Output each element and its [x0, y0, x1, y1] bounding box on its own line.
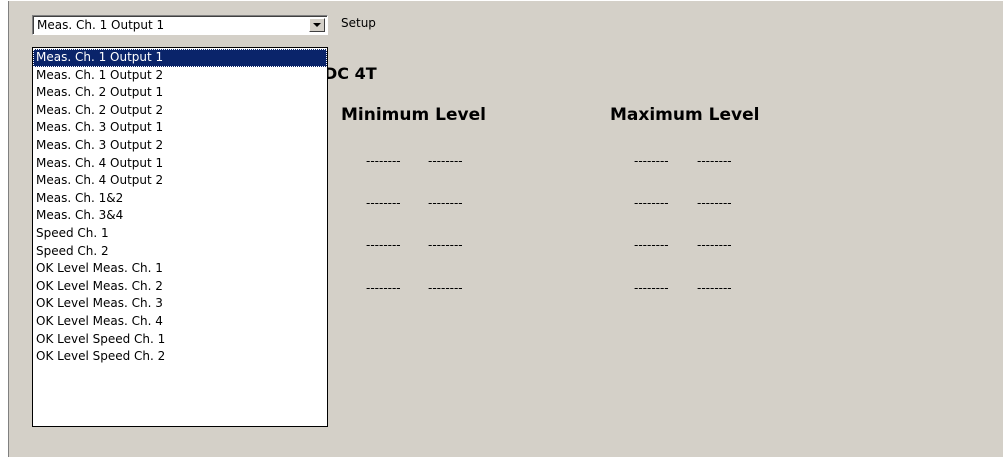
- dropdown-option[interactable]: OK Level Meas. Ch. 2: [33, 278, 327, 296]
- maximum-level-heading: Maximum Level: [610, 105, 760, 125]
- level-value: --------: [634, 196, 669, 210]
- minimum-level-heading: Minimum Level: [341, 105, 486, 125]
- level-value: --------: [428, 281, 463, 295]
- dropdown-option[interactable]: OK Level Meas. Ch. 1: [33, 260, 327, 278]
- level-value: --------: [428, 154, 463, 168]
- output-dropdown-list[interactable]: Meas. Ch. 1 Output 1 Meas. Ch. 1 Output 2…: [32, 47, 328, 427]
- dropdown-option[interactable]: Meas. Ch. 4 Output 1: [33, 155, 327, 173]
- level-value: --------: [366, 196, 401, 210]
- dropdown-option[interactable]: Meas. Ch. 3 Output 1: [33, 119, 327, 137]
- level-value: --------: [697, 281, 732, 295]
- level-value: --------: [428, 196, 463, 210]
- level-value: --------: [428, 238, 463, 252]
- output-select-value: Meas. Ch. 1 Output 1: [37, 18, 165, 32]
- level-value: --------: [697, 238, 732, 252]
- dropdown-option[interactable]: Meas. Ch. 1 Output 1: [33, 49, 327, 67]
- output-select[interactable]: Meas. Ch. 1 Output 1: [32, 15, 328, 35]
- section-header: DC 4T: [324, 64, 384, 83]
- dropdown-option[interactable]: OK Level Meas. Ch. 3: [33, 295, 327, 313]
- level-value: --------: [366, 154, 401, 168]
- dropdown-option[interactable]: Meas. Ch. 2 Output 1: [33, 84, 327, 102]
- dropdown-option[interactable]: OK Level Speed Ch. 2: [33, 348, 327, 366]
- dropdown-option[interactable]: Meas. Ch. 1 Output 2: [33, 67, 327, 85]
- top-border: [8, 0, 1003, 1]
- level-value: --------: [697, 196, 732, 210]
- level-value: --------: [366, 281, 401, 295]
- dropdown-arrow-button[interactable]: [309, 18, 325, 32]
- dropdown-option[interactable]: Meas. Ch. 4 Output 2: [33, 172, 327, 190]
- level-value: --------: [697, 154, 732, 168]
- section-header-text: DC 4T: [324, 64, 377, 83]
- level-value: --------: [634, 281, 669, 295]
- dropdown-option[interactable]: OK Level Speed Ch. 1: [33, 331, 327, 349]
- dropdown-option[interactable]: Meas. Ch. 3&4: [33, 207, 327, 225]
- dropdown-option[interactable]: OK Level Meas. Ch. 4: [33, 313, 327, 331]
- level-value: --------: [634, 238, 669, 252]
- dropdown-option[interactable]: Speed Ch. 2: [33, 243, 327, 261]
- dropdown-option[interactable]: Meas. Ch. 1&2: [33, 190, 327, 208]
- level-value: --------: [366, 238, 401, 252]
- dropdown-option[interactable]: Speed Ch. 1: [33, 225, 327, 243]
- level-value: --------: [634, 154, 669, 168]
- setup-label: Setup: [341, 16, 376, 30]
- chevron-down-icon: [313, 23, 321, 27]
- dropdown-option[interactable]: Meas. Ch. 2 Output 2: [33, 102, 327, 120]
- dropdown-option[interactable]: Meas. Ch. 3 Output 2: [33, 137, 327, 155]
